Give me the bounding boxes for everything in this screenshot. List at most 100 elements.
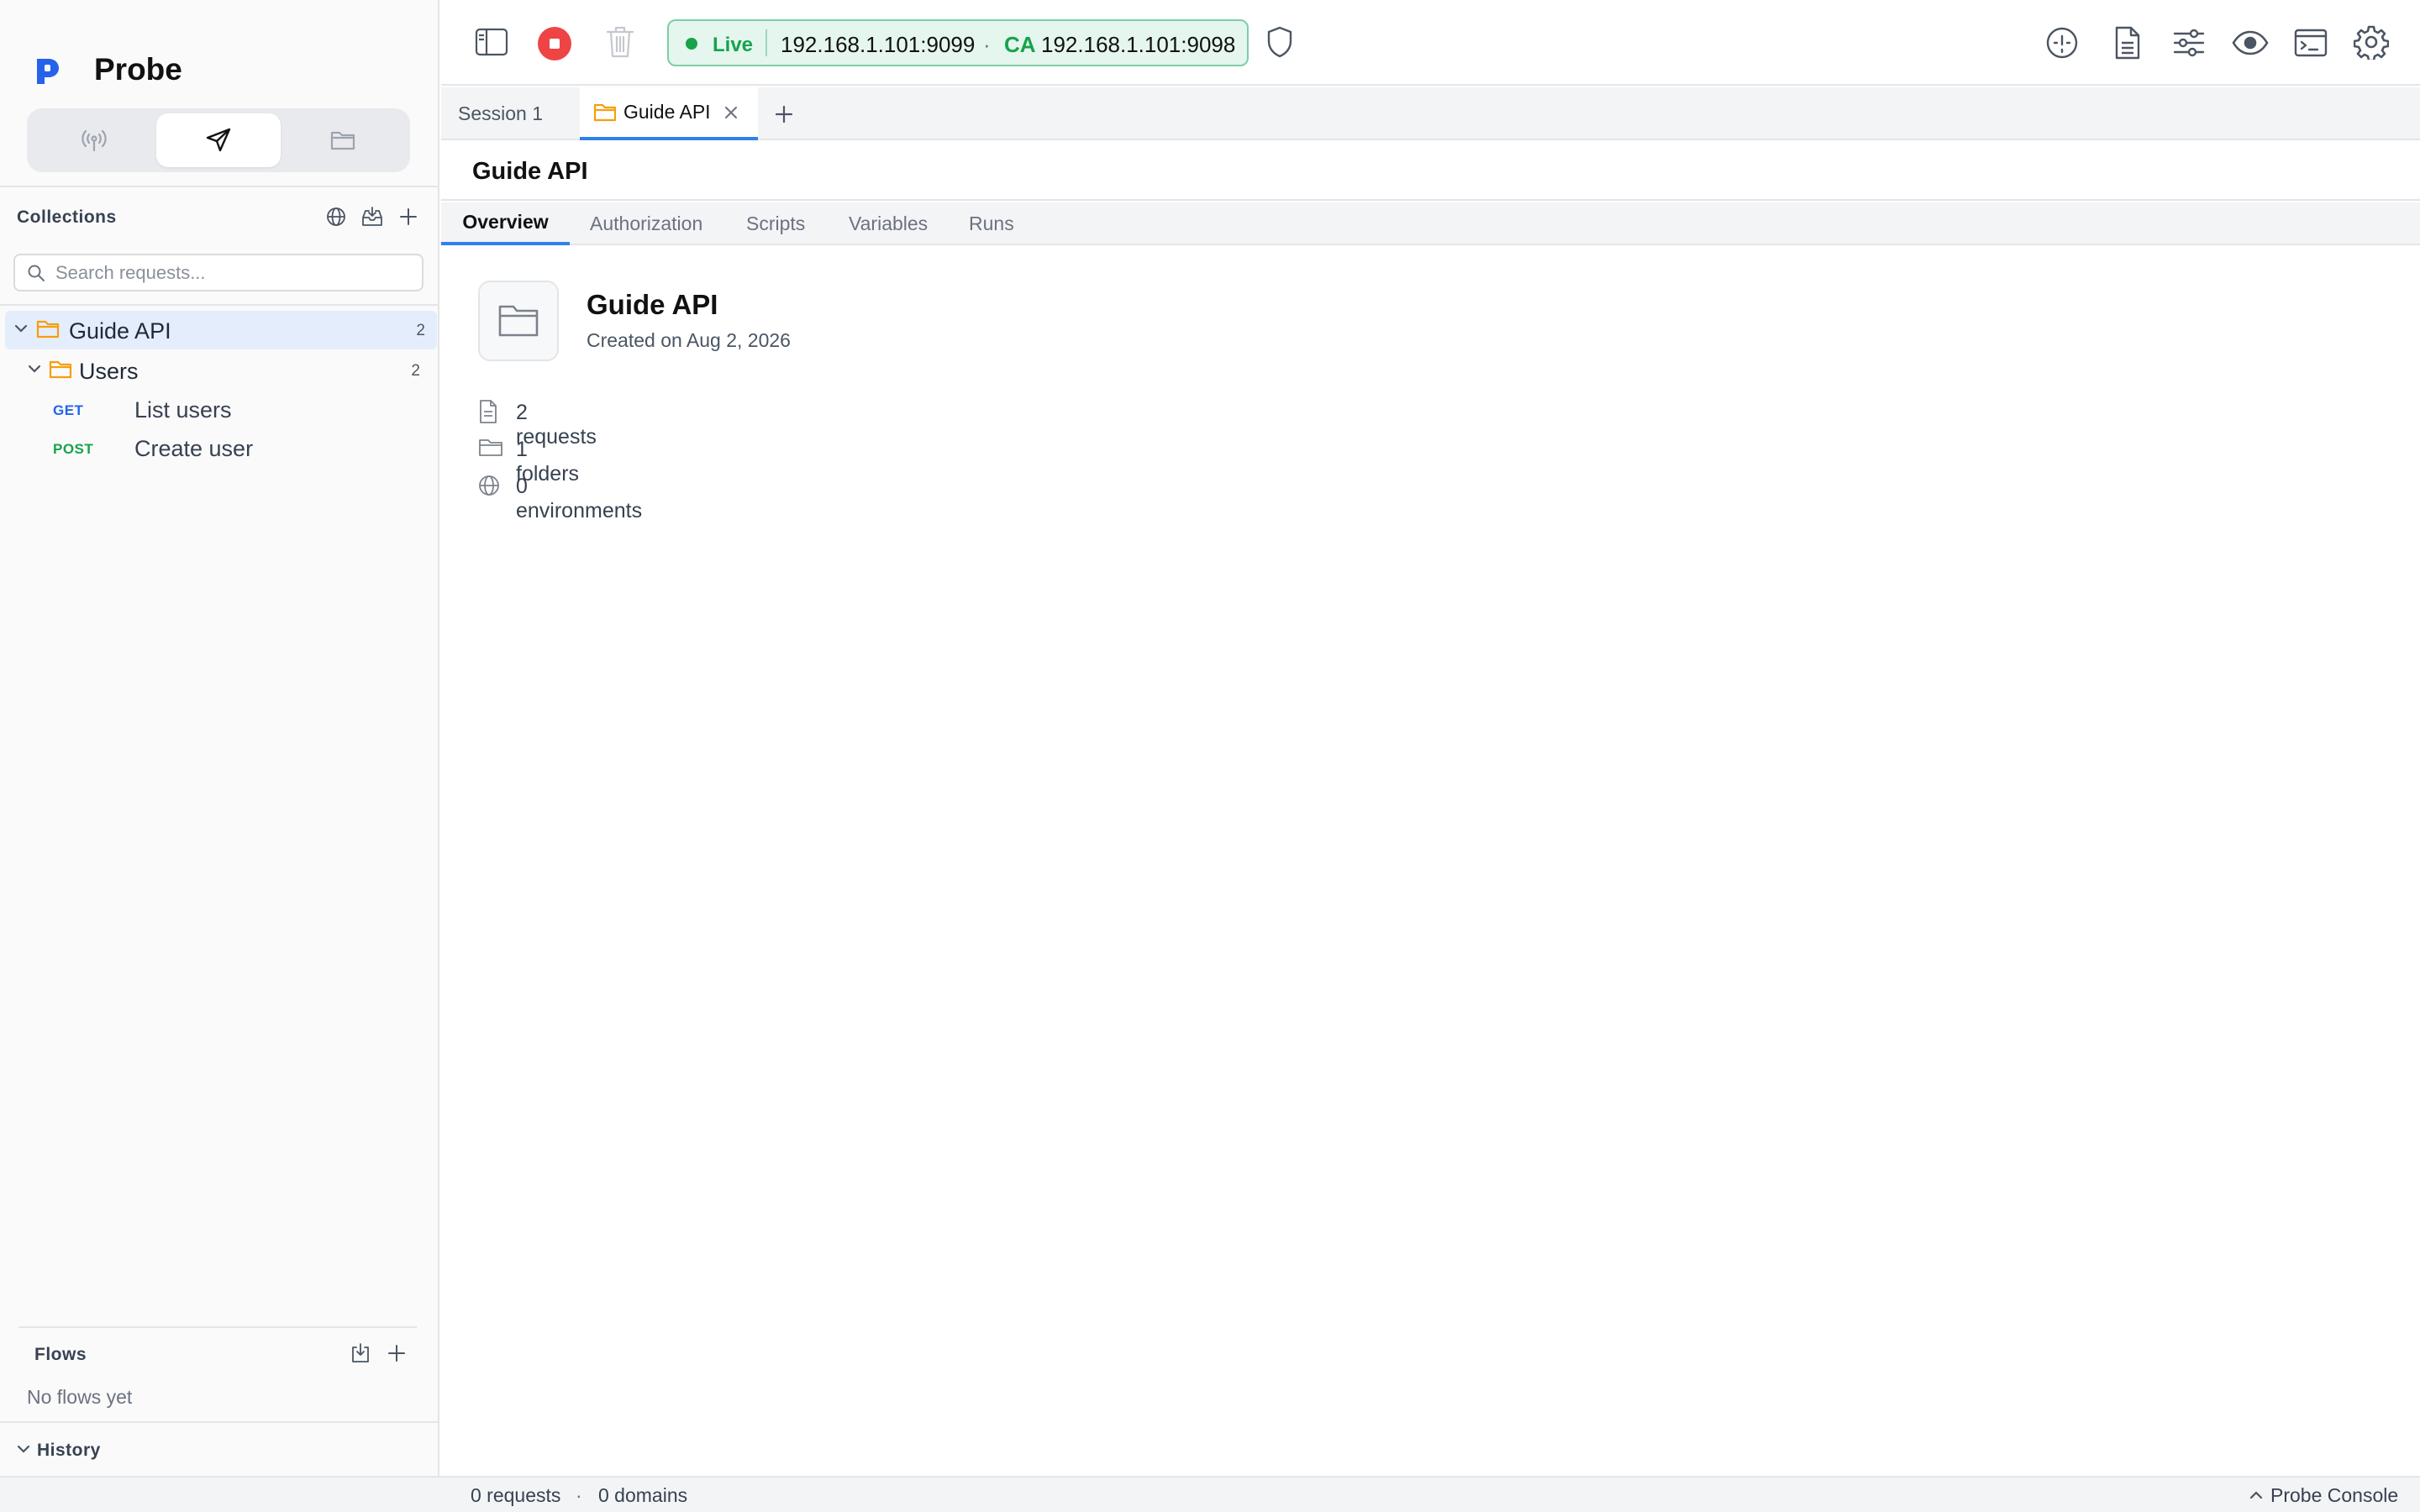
- history-section-toggle[interactable]: History: [0, 1423, 438, 1473]
- tab-bar: Session 1 Guide API: [441, 87, 2420, 140]
- subtab-authorization[interactable]: Authorization: [590, 202, 702, 245]
- live-status-dot: [686, 38, 697, 50]
- folder-icon: [478, 438, 503, 458]
- chevron-down-icon: [27, 363, 42, 375]
- preview-button[interactable]: [2229, 24, 2271, 62]
- import-flow-button[interactable]: [347, 1341, 374, 1366]
- folder-icon: [497, 303, 539, 339]
- proxy-address: 192.168.1.101:9099: [781, 32, 976, 57]
- sliders-icon: [2172, 28, 2206, 58]
- status-requests: 0 requests: [471, 1484, 561, 1506]
- new-tab-button[interactable]: [770, 100, 798, 129]
- top-toolbar: Live 192.168.1.101:9099 · CA 192.168.1.1…: [441, 0, 2420, 86]
- performance-button[interactable]: [2043, 24, 2081, 62]
- flows-title: Flows: [34, 1345, 87, 1364]
- method-badge: GET: [53, 402, 84, 418]
- divider: [0, 304, 438, 306]
- tree-collection-guide-api[interactable]: Guide API 2: [5, 311, 437, 349]
- console-label: Probe Console: [2270, 1483, 2399, 1506]
- status-domains: 0 domains: [598, 1484, 688, 1506]
- search-icon: [27, 264, 45, 282]
- flows-empty-text: No flows yet: [27, 1386, 133, 1408]
- add-flow-button[interactable]: [384, 1341, 409, 1366]
- mode-capture-button[interactable]: [32, 113, 156, 167]
- sidebar: Probe Collections Search requests... Gui…: [0, 0, 439, 1476]
- tab-session-1[interactable]: Session 1: [441, 87, 576, 140]
- stop-recording-button[interactable]: [536, 25, 573, 62]
- send-icon: [205, 127, 232, 154]
- main-panel: Live 192.168.1.101:9099 · CA 192.168.1.1…: [441, 0, 2420, 1476]
- proxy-status-pill[interactable]: Live 192.168.1.101:9099 · CA 192.168.1.1…: [667, 19, 1249, 66]
- folder-icon: [49, 360, 72, 380]
- stop-icon: [537, 26, 572, 61]
- separator-dot: ·: [983, 32, 991, 57]
- history-title: History: [37, 1441, 101, 1460]
- toggle-sidebar-button[interactable]: [473, 24, 510, 60]
- subtab-overview[interactable]: Overview: [441, 202, 570, 245]
- collection-folder-tile: [478, 281, 559, 361]
- environments-count: 0 environments: [516, 475, 643, 522]
- globe-icon: [478, 475, 500, 496]
- page-title: Guide API: [472, 158, 588, 185]
- ca-address: 192.168.1.101:9098: [1041, 32, 1236, 57]
- created-date: Created on Aug 2, 2026: [587, 329, 791, 351]
- request-name: Create user: [134, 436, 254, 461]
- document-icon: [2113, 26, 2142, 60]
- status-separator: ·: [576, 1484, 582, 1506]
- divider: [0, 186, 438, 187]
- documentation-button[interactable]: [2108, 24, 2147, 62]
- add-collection-button[interactable]: [396, 204, 421, 229]
- sidebar-panel-icon: [475, 28, 508, 56]
- document-icon: [478, 399, 498, 424]
- folder-icon: [329, 129, 356, 152]
- plus-icon: [398, 207, 418, 227]
- close-tab-icon[interactable]: [724, 106, 738, 119]
- collection-count: 2: [416, 322, 425, 339]
- tab-label: Guide API: [623, 101, 711, 123]
- page-header: Guide API: [441, 142, 2420, 201]
- tab-guide-api[interactable]: Guide API: [580, 87, 758, 140]
- globe-icon: [326, 207, 346, 227]
- terminal-button[interactable]: [2291, 24, 2330, 62]
- request-item-list-users[interactable]: GET List users: [0, 391, 437, 429]
- shield-icon: [1266, 26, 1293, 58]
- divider: [765, 29, 767, 56]
- trash-icon: [606, 25, 634, 59]
- gauge-icon: [2045, 26, 2079, 60]
- settings-button[interactable]: [2352, 23, 2391, 61]
- folder-icon: [593, 102, 617, 123]
- mode-switch: [27, 108, 410, 172]
- mode-files-button[interactable]: [281, 113, 405, 167]
- probe-console-toggle[interactable]: Probe Console: [2249, 1481, 2398, 1509]
- method-badge: POST: [53, 441, 94, 457]
- broadcast-icon: [80, 128, 108, 153]
- chevron-down-icon: [13, 323, 29, 334]
- status-bar: 0 requests · 0 domains Probe Console: [0, 1476, 2420, 1512]
- request-item-create-user[interactable]: POST Create user: [0, 429, 437, 468]
- environments-button[interactable]: [324, 204, 349, 229]
- chevron-up-icon: [2249, 1489, 2264, 1501]
- subtab-bar: Overview Authorization Scripts Variables…: [441, 202, 2420, 245]
- collection-name: Guide API: [69, 318, 171, 344]
- tab-label: Session 1: [458, 102, 544, 124]
- import-collection-button[interactable]: [359, 204, 386, 229]
- search-input[interactable]: [55, 260, 413, 286]
- collection-title: Guide API: [587, 289, 718, 320]
- certificate-shield-button[interactable]: [1261, 24, 1298, 60]
- folder-name: Users: [79, 359, 139, 384]
- app-name: Probe: [94, 52, 182, 87]
- filters-button[interactable]: [2170, 24, 2208, 62]
- tree-folder-users[interactable]: Users 2: [0, 351, 437, 390]
- plus-icon: [387, 1343, 407, 1363]
- divider: [18, 1326, 417, 1328]
- subtab-scripts[interactable]: Scripts: [746, 202, 805, 245]
- inbox-download-icon: [360, 206, 384, 228]
- clear-button[interactable]: [602, 24, 639, 60]
- gear-icon: [2354, 24, 2389, 60]
- subtab-variables[interactable]: Variables: [849, 202, 928, 245]
- download-icon: [350, 1342, 371, 1364]
- mode-send-button[interactable]: [156, 113, 281, 167]
- chevron-down-icon: [16, 1443, 31, 1455]
- subtab-runs[interactable]: Runs: [969, 202, 1014, 245]
- request-name: List users: [134, 397, 232, 423]
